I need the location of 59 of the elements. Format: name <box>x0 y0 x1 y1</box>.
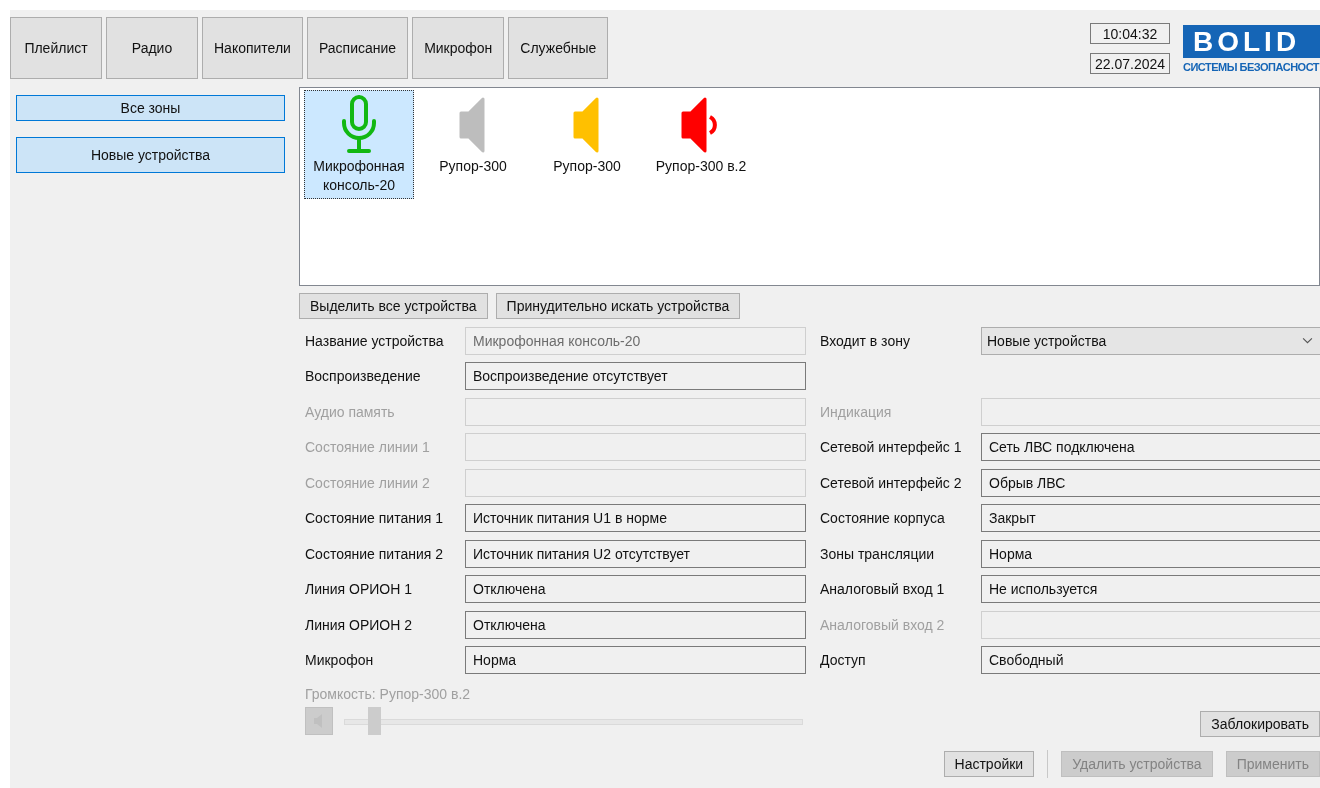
field-label: Аналоговый вход 1 <box>820 581 946 598</box>
field-label: Аналоговый вход 2 <box>820 616 946 633</box>
input-field[interactable] <box>981 610 1320 639</box>
lock-button[interactable]: Заблокировать <box>1200 711 1320 737</box>
field-label: Линия ОРИОН 2 <box>305 616 413 633</box>
device-item[interactable]: Рупор-300 <box>418 90 528 180</box>
field-label: Сетевой интерфейс 1 <box>820 439 963 456</box>
input-field[interactable]: Обрыв ЛВС <box>981 468 1320 497</box>
input-field[interactable]: Сеть ЛВС подключена <box>981 433 1320 462</box>
field-label: Состояние линии 2 <box>305 474 431 491</box>
input-field[interactable]: Норма <box>981 539 1320 568</box>
logo-wordmark: BOLID <box>1183 25 1320 58</box>
zone-item[interactable]: Новые устройства <box>16 137 285 173</box>
footer-button[interactable]: Настройки <box>943 751 1035 777</box>
volume-slider[interactable] <box>344 707 803 735</box>
input-field[interactable] <box>981 397 1320 426</box>
field-label: Состояние линии 1 <box>305 439 431 456</box>
input-field[interactable]: Норма <box>465 646 806 675</box>
input-field[interactable]: Отключена <box>465 610 806 639</box>
tab[interactable]: Микрофон <box>412 17 505 79</box>
field-label: Микрофон <box>305 652 375 669</box>
tab[interactable]: Накопители <box>202 17 303 79</box>
input-field[interactable]: Не используется <box>981 575 1320 604</box>
logo-tagline: СИСТЕМЫ БЕЗОПАСНОСТ <box>1183 61 1320 73</box>
field-label: Аудио память <box>305 403 396 420</box>
tab[interactable]: Расписание <box>306 17 409 79</box>
tab[interactable]: Радио <box>106 17 198 79</box>
field-label: Состояние корпуса <box>820 510 946 527</box>
field-label: Индикация <box>820 403 893 420</box>
chevron-down-icon <box>1302 337 1313 345</box>
field-label: Линия ОРИОН 1 <box>305 581 413 598</box>
clock-date: 22.07.2024 <box>1090 53 1170 74</box>
tab[interactable]: Служебные <box>508 17 609 79</box>
input-field[interactable]: Свободный <box>981 646 1320 675</box>
field-label: Состояние питания 2 <box>305 545 444 562</box>
field-label: Состояние питания 1 <box>305 510 444 527</box>
volume-label: Громкость: Рупор-300 в.2 <box>305 686 472 702</box>
input-field[interactable]: Микрофонная консоль-20 <box>465 326 806 355</box>
field-label: Входит в зону <box>820 332 911 349</box>
tab[interactable]: Плейлист <box>10 17 102 79</box>
action-button[interactable]: Выделить все устройства <box>299 293 488 319</box>
input-field[interactable]: Воспроизведение отсутствует <box>465 362 806 391</box>
field-label: Зоны трансляции <box>820 545 936 562</box>
input-field[interactable]: Закрыт <box>981 504 1320 533</box>
field-label: Сетевой интерфейс 2 <box>820 474 963 491</box>
device-item[interactable]: Рупор-300 в.2 <box>646 90 756 180</box>
mute-button[interactable] <box>305 707 333 735</box>
field-label: Доступ <box>820 652 867 669</box>
input-field[interactable]: Источник питания U2 отсутствует <box>465 539 806 568</box>
zone-dropdown[interactable]: Новые устройства <box>981 326 1320 355</box>
zone-item[interactable]: Все зоны <box>16 95 285 121</box>
clock-time: 10:04:32 <box>1090 23 1170 44</box>
field-label: Название устройства <box>305 332 445 349</box>
input-field[interactable]: Отключена <box>465 575 806 604</box>
device-item[interactable]: Рупор-300 <box>532 90 642 180</box>
field-label: Воспроизведение <box>305 368 422 385</box>
device-item[interactable]: Микрофонная консоль-20 <box>304 90 414 199</box>
input-field[interactable]: Источник питания U1 в норме <box>465 504 806 533</box>
action-button[interactable]: Принудительно искать устройства <box>495 293 741 319</box>
